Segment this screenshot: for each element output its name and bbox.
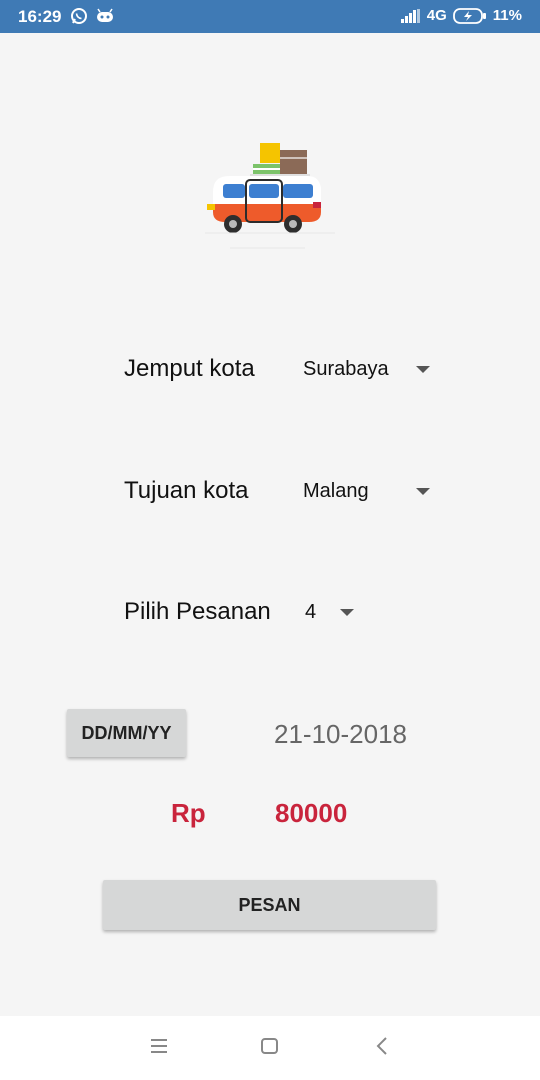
whatsapp-icon [71,8,87,24]
status-time: 16:29 [18,7,62,26]
price-amount: 80000 [275,798,348,828]
dropdown-arrow-icon [416,488,430,495]
dropdown-arrow-icon [340,609,354,616]
order-count-dropdown[interactable]: 4 [305,601,357,624]
order-count-label: Pilih Pesanan [124,598,271,625]
destination-city-label: Tujuan kota [124,477,249,504]
pickup-city-dropdown[interactable]: Surabaya [303,358,433,381]
selected-date: 21-10-2018 [274,719,407,749]
pickup-city-label: Jemput kota [124,355,255,382]
destination-city-dropdown[interactable]: Malang [303,480,433,503]
pickup-city-value: Surabaya [303,358,389,380]
notification-icon [97,8,113,22]
signal-icon [400,8,420,23]
date-picker-button[interactable]: DD/MM/YY [67,709,186,757]
van-logo [205,143,335,249]
menu-icon[interactable] [150,1036,168,1056]
order-button[interactable]: PESAN [103,880,436,930]
battery-charging-icon [452,7,486,24]
back-icon[interactable] [375,1036,389,1056]
status-bar: 16:29 4G 11% [0,0,540,33]
currency-label: Rp [171,798,206,828]
order-count-value: 4 [305,601,317,623]
network-type: 4G [426,7,447,24]
destination-city-value: Malang [303,480,369,502]
dropdown-arrow-icon [416,366,430,373]
home-icon[interactable] [260,1036,280,1056]
battery-percent: 11% [492,7,522,24]
